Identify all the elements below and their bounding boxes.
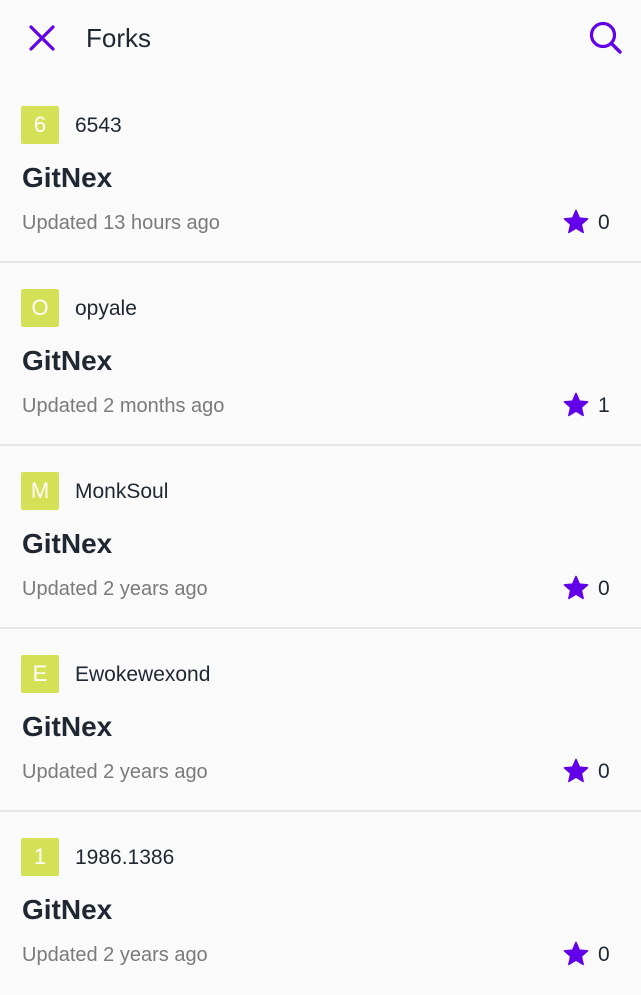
fork-list-item[interactable]: E Ewokewexond GitNex Updated 2 years ago…: [0, 629, 641, 812]
repo-name: GitNex: [22, 162, 113, 193]
star-count: 1: [598, 394, 610, 417]
search-button[interactable]: [582, 14, 630, 62]
fork-owner: 1986.1386: [75, 846, 175, 869]
repo-name: GitNex: [22, 711, 113, 742]
updated-time: Updated 2 months ago: [22, 395, 225, 417]
star-icon: [563, 392, 589, 417]
avatar: 1: [21, 838, 59, 876]
fork-owner: opyale: [75, 297, 137, 320]
star-count: 0: [598, 943, 610, 966]
fork-list-item[interactable]: O opyale GitNex Updated 2 months ago 1: [0, 263, 641, 446]
star-count: 0: [598, 577, 610, 600]
star-count: 0: [598, 760, 610, 783]
updated-time: Updated 13 hours ago: [22, 212, 220, 234]
star-count: 0: [598, 211, 610, 234]
forks-list: 6 6543 GitNex Updated 13 hours ago 0 O o…: [0, 80, 641, 995]
page-title: Forks: [86, 23, 151, 53]
fork-list-item[interactable]: M MonkSoul GitNex Updated 2 years ago 0: [0, 446, 641, 629]
updated-time: Updated 2 years ago: [22, 578, 208, 600]
avatar: 6: [21, 106, 59, 144]
fork-owner: 6543: [75, 114, 122, 137]
search-icon: [589, 21, 622, 54]
repo-name: GitNex: [22, 894, 113, 925]
fork-list-item[interactable]: 6 6543 GitNex Updated 13 hours ago 0: [0, 80, 641, 263]
close-icon: [29, 25, 55, 51]
star-icon: [563, 209, 589, 234]
avatar: O: [21, 289, 59, 327]
avatar: M: [21, 472, 59, 510]
star-icon: [563, 575, 589, 600]
fork-list-item[interactable]: 1 1986.1386 GitNex Updated 2 years ago 0: [0, 812, 641, 995]
fork-owner: Ewokewexond: [75, 663, 211, 686]
updated-time: Updated 2 years ago: [22, 944, 208, 966]
avatar: E: [21, 655, 59, 693]
star-icon: [563, 758, 589, 783]
updated-time: Updated 2 years ago: [22, 761, 208, 783]
close-button[interactable]: [18, 14, 66, 62]
repo-name: GitNex: [22, 345, 113, 376]
app-bar: Forks: [0, 0, 641, 76]
star-icon: [563, 941, 589, 966]
fork-owner: MonkSoul: [75, 480, 169, 503]
repo-name: GitNex: [22, 528, 113, 559]
